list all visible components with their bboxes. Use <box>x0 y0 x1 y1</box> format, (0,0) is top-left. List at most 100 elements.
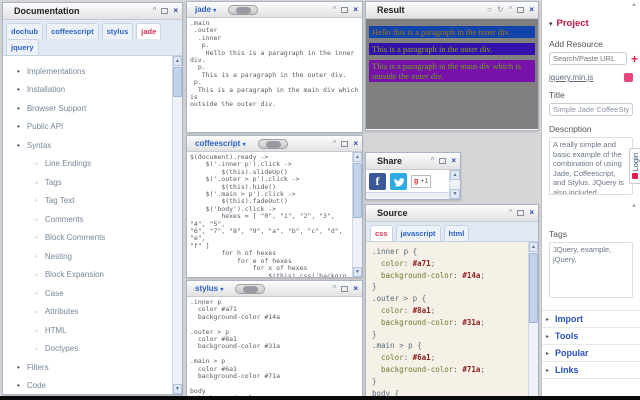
sidebar-section-links[interactable]: ▸Links <box>542 362 640 379</box>
source-tab-javascript[interactable]: javascript <box>396 225 441 241</box>
zoom-icon[interactable]: ○ <box>487 6 492 14</box>
doc-item[interactable]: •Public API <box>3 118 182 137</box>
jade-code-area[interactable]: .main .outer .inner p. Hello this is a p… <box>187 18 362 132</box>
scroll-down-icon[interactable]: ▼ <box>353 267 362 277</box>
popout-icon[interactable] <box>341 7 348 13</box>
project-description-input[interactable]: A really simple and basic example of the… <box>549 137 633 195</box>
scrollbar-thumb[interactable] <box>353 163 362 218</box>
jade-code[interactable]: .main .outer .inner p. Hello this is a p… <box>187 18 362 111</box>
doc-item[interactable]: •Code <box>3 377 182 395</box>
doc-item[interactable]: ◦Nesting <box>3 247 182 266</box>
close-icon[interactable]: × <box>353 285 358 293</box>
sub-bullet-icon: ◦ <box>35 270 38 279</box>
scroll-up-icon[interactable]: ▲ <box>631 203 637 209</box>
plusone-button[interactable]: g +1 <box>411 175 431 188</box>
editor-toggle[interactable] <box>258 139 288 149</box>
popout-icon[interactable] <box>161 8 168 14</box>
coffeescript-code[interactable]: $(document).ready -> $('.inner p').click… <box>187 152 352 277</box>
close-icon[interactable]: × <box>353 6 358 14</box>
result-paragraph[interactable]: This is a paragraph in the outer div. <box>369 43 535 55</box>
doc-item[interactable]: ◦Attributes <box>3 303 182 322</box>
project-section-toggle[interactable]: ▾ Project <box>549 18 633 29</box>
close-icon[interactable]: × <box>173 7 178 15</box>
popout-icon[interactable] <box>517 210 524 216</box>
doc-item[interactable]: •Browser Support <box>3 99 182 118</box>
close-icon[interactable]: × <box>451 157 456 165</box>
language-select[interactable]: coffeescript ▾ <box>191 139 246 148</box>
stylus-code[interactable]: .inner p color #a71 background-color #14… <box>187 297 362 396</box>
doc-tab-jquery[interactable]: jquery <box>6 39 39 55</box>
refresh-icon[interactable]: ↻ <box>497 6 504 14</box>
editor-toggle[interactable] <box>228 5 258 15</box>
scroll-down-icon[interactable]: ▼ <box>173 384 182 394</box>
collapse-icon[interactable]: ^ <box>333 285 337 293</box>
doc-item[interactable]: ◦Tag Text <box>3 192 182 211</box>
add-resource-button[interactable]: + <box>631 54 638 64</box>
doc-item[interactable]: ◦Block Expansion <box>3 266 182 285</box>
resource-url-input[interactable] <box>549 52 627 65</box>
close-icon[interactable]: × <box>529 6 534 14</box>
share-scrollbar[interactable]: ▲ ▼ <box>449 170 460 199</box>
close-icon[interactable]: × <box>529 209 534 217</box>
collapse-icon[interactable]: ^ <box>333 6 337 14</box>
doc-tab-dochub[interactable]: dochub <box>6 23 43 39</box>
share-header: Share ^ × <box>366 153 460 170</box>
doc-item[interactable]: ◦HTML <box>3 321 182 340</box>
stylus-code-area[interactable]: .inner p color #a71 background-color #14… <box>187 297 362 396</box>
remove-resource-icon[interactable] <box>624 73 633 82</box>
sidebar-section-tools[interactable]: ▸Tools <box>542 328 640 345</box>
doc-tab-jade[interactable]: jade <box>136 23 161 39</box>
popout-icon[interactable] <box>341 141 348 147</box>
doc-item[interactable]: ◦Comments <box>3 210 182 229</box>
source-code[interactable]: .inner p { color: #a71; background-color… <box>366 242 528 396</box>
collapse-icon[interactable]: ^ <box>509 6 513 14</box>
doc-item[interactable]: ◦Doctypes <box>3 340 182 359</box>
source-scrollbar[interactable]: ▲ <box>528 242 538 396</box>
documentation-scrollbar[interactable]: ▲ ▼ <box>172 56 182 394</box>
editor-scrollbar[interactable]: ▲ ▼ <box>352 152 362 277</box>
doc-item[interactable]: ◦Line Endings <box>3 155 182 174</box>
popout-icon[interactable] <box>517 7 524 13</box>
resource-link[interactable]: jquery.min.js <box>549 73 593 82</box>
doc-item[interactable]: •Filters <box>3 358 182 377</box>
share-hscrollbar[interactable] <box>366 192 449 199</box>
scrollbar-thumb[interactable] <box>173 67 182 97</box>
scroll-up-icon[interactable]: ▲ <box>631 2 637 8</box>
editor-toggle[interactable] <box>235 284 265 294</box>
source-tab-html[interactable]: html <box>444 225 470 241</box>
popout-icon[interactable] <box>439 158 446 164</box>
language-select[interactable]: jade ▾ <box>191 5 216 14</box>
scroll-up-icon[interactable]: ▲ <box>529 242 538 252</box>
scroll-up-icon[interactable]: ▲ <box>450 170 460 180</box>
scroll-down-icon[interactable]: ▼ <box>450 189 460 199</box>
login-tab[interactable]: Login <box>629 148 640 184</box>
collapse-icon[interactable]: ^ <box>333 140 337 148</box>
project-tags-input[interactable]: JQuery, example, jQuery, <box>549 242 633 298</box>
sidebar-section-popular[interactable]: ▸Popular <box>542 345 640 362</box>
scroll-up-icon[interactable]: ▲ <box>353 152 362 162</box>
project-title-input[interactable] <box>549 103 633 116</box>
twitter-icon[interactable] <box>390 173 407 190</box>
doc-tab-stylus[interactable]: stylus <box>102 23 134 39</box>
collapse-icon[interactable]: ^ <box>153 7 157 15</box>
language-select[interactable]: stylus ▾ <box>191 284 223 293</box>
popout-icon[interactable] <box>341 286 348 292</box>
facebook-icon[interactable]: f <box>369 173 386 190</box>
result-paragraph[interactable]: This is a paragraph in the main div whic… <box>369 60 535 82</box>
scroll-up-icon[interactable]: ▲ <box>173 56 182 66</box>
sidebar-section-import[interactable]: ▸Import <box>542 311 640 328</box>
close-icon[interactable]: × <box>353 140 358 148</box>
doc-item[interactable]: •Syntax <box>3 136 182 155</box>
doc-item[interactable]: ◦Block Comments <box>3 229 182 248</box>
doc-item[interactable]: ◦Case <box>3 284 182 303</box>
doc-item[interactable]: ◦Tags <box>3 173 182 192</box>
collapse-icon[interactable]: ^ <box>509 209 513 217</box>
scrollbar-thumb[interactable] <box>529 253 538 323</box>
doc-item[interactable]: •Implementations <box>3 62 182 81</box>
result-paragraph[interactable]: Hello this is a paragraph in the inner d… <box>369 26 535 38</box>
coffeescript-code-area[interactable]: $(document).ready -> $('.inner p').click… <box>187 152 362 277</box>
source-tab-css[interactable]: css <box>370 225 393 241</box>
collapse-icon[interactable]: ^ <box>431 157 435 165</box>
doc-tab-coffeescript[interactable]: coffeescript <box>46 23 99 39</box>
doc-item[interactable]: •Installation <box>3 81 182 100</box>
